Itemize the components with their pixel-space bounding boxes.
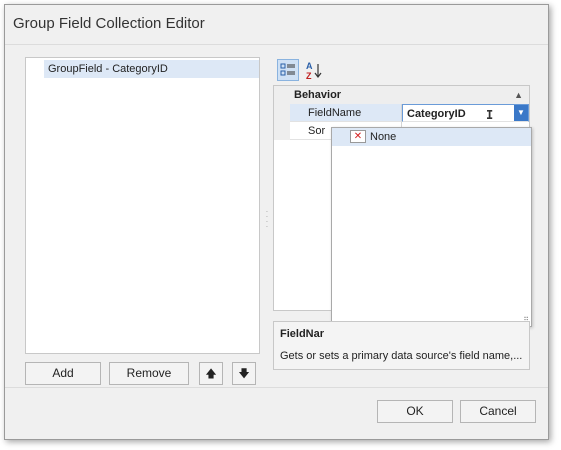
footer-divider [5,387,548,388]
remove-button[interactable]: Remove [109,362,189,385]
splitter-handle[interactable]: · · · · [265,208,269,231]
dropdown-item-label: None [370,131,397,143]
ok-button[interactable]: OK [377,400,453,423]
dropdown-item-none[interactable]: ✕ None [332,128,531,146]
svg-text:A: A [306,61,313,71]
title-divider [5,44,548,45]
cancel-button[interactable]: Cancel [460,400,536,423]
dropdown-button[interactable]: ▼ [514,105,528,121]
category-label: Behavior [294,89,342,101]
collapse-icon[interactable]: ▲ [514,86,523,104]
description-text: Gets or sets a primary data source's fie… [280,350,523,362]
arrow-up-icon: 🡅 [205,368,217,380]
collection-editor-dialog: Group Field Collection Editor GroupField… [4,4,549,440]
property-value-editor[interactable]: CategoryID I ▼ [402,104,529,122]
categorized-button[interactable] [277,59,299,81]
arrow-down-icon: 🡇 [238,368,250,380]
alphabetical-button[interactable]: A Z [303,59,325,81]
add-button[interactable]: Add [25,362,101,385]
chevron-down-icon: ▼ [517,108,525,117]
svg-text:Z: Z [306,71,312,81]
row-gutter [274,122,290,140]
property-value: CategoryID [407,108,466,120]
collection-list[interactable]: GroupField - CategoryID [25,57,260,354]
categorized-icon [280,63,295,76]
fieldname-dropdown[interactable]: ✕ None ⠿ [331,127,532,327]
row-gutter [274,104,290,122]
property-row-fieldname[interactable]: FieldName CategoryID I ▼ [274,104,529,122]
none-icon: ✕ [350,130,366,143]
description-panel: FieldNar Gets or sets a primary data sou… [273,321,530,370]
property-name[interactable]: FieldName [290,104,402,122]
sort-az-icon: A Z [306,61,322,81]
description-title: FieldNar [280,328,325,340]
window-title: Group Field Collection Editor [13,15,205,32]
move-up-button[interactable]: 🡅 [199,362,223,385]
category-behavior[interactable]: Behavior ▲ [274,86,529,104]
list-item[interactable]: GroupField - CategoryID [44,60,259,78]
move-down-button[interactable]: 🡇 [232,362,256,385]
